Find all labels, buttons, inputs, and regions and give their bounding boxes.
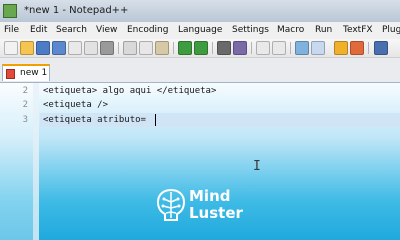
mind-luster-brain-logo-icon xyxy=(156,188,186,221)
watermark-text-luster: Luster xyxy=(189,204,243,222)
undo-icon[interactable] xyxy=(178,41,192,55)
sync-scroll-icon[interactable] xyxy=(295,41,309,55)
menu-search[interactable]: Search xyxy=(56,25,87,35)
title-bar: *new 1 - Notepad++ xyxy=(0,0,400,23)
print-icon[interactable] xyxy=(100,41,114,55)
toolbar xyxy=(0,39,400,58)
replace-icon[interactable] xyxy=(233,41,247,55)
toolbar-separator xyxy=(251,42,252,54)
fold-margin[interactable] xyxy=(33,83,39,240)
line-number: 2 xyxy=(22,86,28,96)
menu-plugins[interactable]: Plug xyxy=(382,25,400,35)
menu-macro[interactable]: Macro xyxy=(277,25,304,35)
window-title: *new 1 - Notepad++ xyxy=(24,5,129,16)
tab-label: new 1 xyxy=(20,68,48,78)
line-number: 3 xyxy=(22,115,28,125)
toolbar-separator xyxy=(290,42,291,54)
toolbar-separator xyxy=(368,42,369,54)
text-caret xyxy=(155,114,156,126)
word-wrap-icon[interactable] xyxy=(311,41,325,55)
new-file-icon[interactable] xyxy=(4,41,18,55)
menu-view[interactable]: View xyxy=(96,25,117,35)
find-icon[interactable] xyxy=(217,41,231,55)
mouse-ibeam-cursor-icon: I xyxy=(253,159,261,174)
menu-run[interactable]: Run xyxy=(315,25,332,35)
menu-encoding[interactable]: Encoding xyxy=(127,25,168,35)
line-number: 2 xyxy=(22,100,28,110)
code-line[interactable]: <etiqueta atributo= xyxy=(43,115,146,125)
zoom-out-icon[interactable] xyxy=(272,41,286,55)
menu-bar: File Edit Search View Encoding Language … xyxy=(0,22,400,39)
open-file-icon[interactable] xyxy=(20,41,34,55)
menu-language[interactable]: Language xyxy=(178,25,222,35)
watermark-text-mind: Mind xyxy=(189,187,231,205)
copy-icon[interactable] xyxy=(139,41,153,55)
redo-icon[interactable] xyxy=(194,41,208,55)
document-tab-bar: new 1 xyxy=(0,58,400,83)
indent-guide-icon[interactable] xyxy=(350,41,364,55)
save-all-icon[interactable] xyxy=(52,41,66,55)
menu-settings[interactable]: Settings xyxy=(232,25,269,35)
menu-textfx[interactable]: TextFX xyxy=(343,25,373,35)
menu-file[interactable]: File xyxy=(4,25,19,35)
close-all-icon[interactable] xyxy=(84,41,98,55)
menu-edit[interactable]: Edit xyxy=(30,25,47,35)
save-icon[interactable] xyxy=(36,41,50,55)
show-all-chars-icon[interactable] xyxy=(334,41,348,55)
code-line[interactable]: <etiqueta> algo aqui </etiqueta> xyxy=(43,86,216,96)
code-line[interactable]: <etiqueta /> xyxy=(43,100,108,110)
macro-record-icon[interactable] xyxy=(374,41,388,55)
zoom-in-icon[interactable] xyxy=(256,41,270,55)
toolbar-separator xyxy=(118,42,119,54)
paste-icon[interactable] xyxy=(155,41,169,55)
unsaved-file-icon xyxy=(6,69,15,79)
toolbar-separator xyxy=(212,42,213,54)
toolbar-separator xyxy=(173,42,174,54)
notepadpp-app-icon[interactable] xyxy=(3,4,17,18)
close-icon[interactable] xyxy=(68,41,82,55)
cut-icon[interactable] xyxy=(123,41,137,55)
tab-new-1[interactable]: new 1 xyxy=(2,64,50,81)
